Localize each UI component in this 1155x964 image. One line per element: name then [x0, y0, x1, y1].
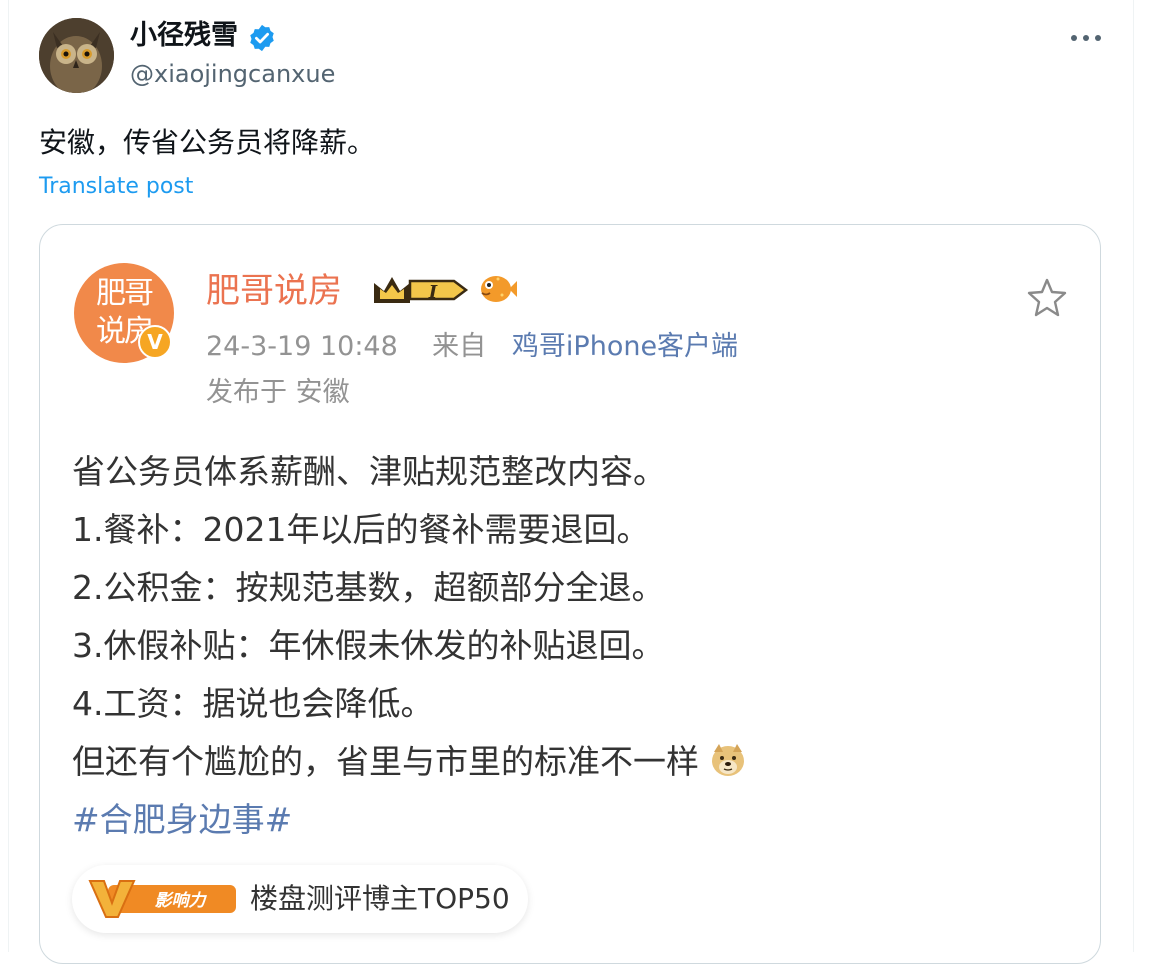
- weibo-username: 肥哥说房: [206, 271, 342, 311]
- weibo-source-client: 鸡哥iPhone客户端: [511, 331, 739, 362]
- weibo-line-6-row: 但还有个尴尬的，省里与市里的标准不一样: [72, 733, 746, 791]
- weibo-hashtag: #合肥身边事#: [72, 800, 293, 839]
- author-display-name[interactable]: 小径残雪: [130, 18, 238, 54]
- influence-v-badge-icon: 影响力: [88, 880, 236, 918]
- weibo-line-6: 但还有个尴尬的，省里与市里的标准不一样: [72, 742, 699, 781]
- influence-pill-text: 楼盘测评博主TOP50: [250, 882, 510, 915]
- weibo-location: 发布于 安徽: [206, 377, 350, 408]
- weibo-post-body: 省公务员体系薪酬、津贴规范整改内容。 1.餐补：2021年以后的餐补需要退回。 …: [72, 443, 746, 849]
- weibo-line-3: 2.公积金：按规范基数，超额部分全退。: [72, 568, 665, 607]
- weibo-from-label: 来自: [432, 331, 487, 362]
- weibo-line-2: 1.餐补：2021年以后的餐补需要退回。: [72, 510, 650, 549]
- influence-badge-text: 影响力: [155, 891, 208, 911]
- verified-badge-icon: [250, 24, 274, 52]
- weibo-meta: 24-3-19 10:48 来自 鸡哥iPhone客户端: [206, 329, 738, 365]
- doge-emoji-icon: [711, 743, 744, 776]
- favorite-star-icon[interactable]: [1025, 275, 1069, 319]
- column-border-left: [8, 0, 9, 952]
- column-border-right: [1133, 0, 1134, 952]
- tweet-text: 安徽，传省公务员将降薪。: [39, 126, 376, 159]
- weibo-timestamp: 24-3-19 10:48: [206, 331, 398, 362]
- weibo-line-4: 3.休假补贴：年休假未休发的补贴退回。: [72, 626, 665, 665]
- weibo-avatar-text-1: 肥哥: [96, 276, 154, 311]
- tweet: 小径残雪 @xiaojingcanxue 安徽，传省公务员将降薪。 Transl…: [0, 0, 1155, 964]
- weibo-line-5: 4.工资：据说也会降低。: [72, 684, 434, 723]
- owl-avatar-image: [39, 18, 114, 93]
- puffer-fish-icon: [481, 276, 517, 302]
- translate-post-link[interactable]: Translate post: [39, 172, 193, 202]
- weibo-verified-badge: V: [138, 325, 172, 359]
- author-handle[interactable]: @xiaojingcanxue: [130, 58, 335, 90]
- more-options-icon[interactable]: [1066, 24, 1106, 52]
- crown-level-text: I: [428, 282, 438, 303]
- influence-pill: 影响力 楼盘测评博主TOP50: [72, 865, 528, 933]
- author-avatar[interactable]: [39, 18, 114, 93]
- weibo-line-1: 省公务员体系薪酬、津贴规范整改内容。: [72, 452, 666, 491]
- crown-level-badge-icon: I: [374, 277, 469, 303]
- attached-image[interactable]: 肥哥 说房 V 肥哥说房 I 24-3-19 10:48 来自 鸡哥iPhone…: [39, 224, 1101, 964]
